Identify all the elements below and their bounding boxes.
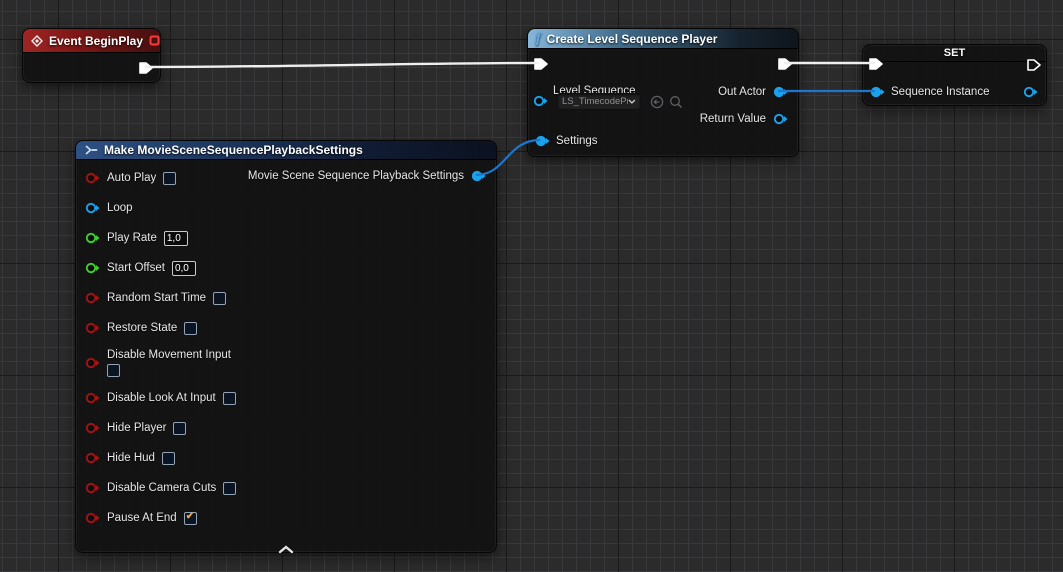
- make-playback-settings-node[interactable]: Make MovieSceneSequencePlaybackSettings …: [75, 140, 497, 553]
- collapse-node-button[interactable]: [278, 541, 294, 550]
- label-hide-player: Hide Player: [107, 422, 166, 434]
- label-restore-state: Restore State: [107, 322, 177, 334]
- checkbox-pause-at-end[interactable]: [184, 512, 197, 525]
- event-beginplay-title: Event BeginPlay: [49, 34, 143, 48]
- delegate-pin[interactable]: [149, 35, 160, 46]
- return-value-row: Return Value: [700, 112, 788, 126]
- label-random-start-time: Random Start Time: [107, 292, 206, 304]
- create-node-title: Create Level Sequence Player: [547, 32, 718, 46]
- exec-in-pin[interactable]: [533, 57, 549, 71]
- play-rate-input[interactable]: [164, 231, 188, 246]
- sequence-instance-label: Sequence Instance: [891, 86, 989, 98]
- row-start-offset: Start Offset: [84, 253, 496, 283]
- set-node-header[interactable]: SET: [863, 45, 1046, 62]
- exec-out-pin[interactable]: [1026, 58, 1042, 72]
- pin-random-start-time[interactable]: [84, 291, 100, 305]
- label-hide-hud: Hide Hud: [107, 452, 155, 464]
- pin-play-rate[interactable]: [84, 231, 100, 245]
- browse-asset-icon[interactable]: [669, 95, 683, 109]
- row-pause-at-end: Pause At End: [84, 503, 496, 533]
- label-auto-play: Auto Play: [107, 172, 156, 184]
- level-sequence-dropdown[interactable]: LS_TimecodePr: [557, 93, 641, 110]
- exec-out-pin[interactable]: [138, 61, 154, 75]
- make-node-title: Make MovieSceneSequencePlaybackSettings: [104, 143, 363, 157]
- row-hide-player: Hide Player: [84, 413, 496, 443]
- return-value-label: Return Value: [700, 113, 766, 125]
- start-offset-input[interactable]: [172, 261, 196, 276]
- level-sequence-dropdown-value: LS_TimecodePr: [562, 96, 628, 107]
- checkbox-disable-look-at-input[interactable]: [223, 392, 236, 405]
- checkbox-restore-state[interactable]: [184, 322, 197, 335]
- function-icon: f: [536, 32, 541, 46]
- sequence-instance-row: Sequence Instance: [869, 85, 989, 99]
- pin-auto-play[interactable]: [84, 171, 100, 185]
- create-node-header[interactable]: f Create Level Sequence Player: [528, 29, 798, 49]
- set-node-title: SET: [944, 47, 965, 59]
- row-random-start-time: Random Start Time: [84, 283, 496, 313]
- label-disable-movement-input: Disable Movement Input: [107, 349, 231, 361]
- row-disable-camera-cuts: Disable Camera Cuts: [84, 473, 496, 503]
- row-play-rate: Play Rate: [84, 223, 496, 253]
- row-loop: Loop: [84, 193, 496, 223]
- row-hide-hud: Hide Hud: [84, 443, 496, 473]
- make-struct-icon: [84, 143, 98, 157]
- level-sequence-pin[interactable]: [532, 94, 548, 108]
- sequence-instance-pin[interactable]: [869, 85, 885, 99]
- out-actor-pin[interactable]: [772, 85, 788, 99]
- exec-in-pin[interactable]: [868, 57, 884, 71]
- row-disable-look-at-input: Disable Look At Input: [84, 383, 496, 413]
- settings-row: Settings: [534, 134, 598, 148]
- label-disable-camera-cuts: Disable Camera Cuts: [107, 482, 216, 494]
- checkbox-random-start-time[interactable]: [213, 292, 226, 305]
- pin-disable-look-at-input[interactable]: [84, 391, 100, 405]
- row-disable-movement-input: Disable Movement Input: [84, 343, 496, 383]
- checkbox-disable-movement-input[interactable]: [107, 364, 120, 377]
- pin-start-offset[interactable]: [84, 261, 100, 275]
- checkbox-hide-player[interactable]: [173, 422, 186, 435]
- label-pause-at-end: Pause At End: [107, 512, 177, 524]
- label-loop: Loop: [107, 202, 133, 214]
- pin-hide-player[interactable]: [84, 421, 100, 435]
- label-play-rate: Play Rate: [107, 232, 157, 244]
- out-actor-label: Out Actor: [718, 86, 766, 98]
- checkbox-disable-camera-cuts[interactable]: [223, 482, 236, 495]
- row-auto-play: Auto Play: [84, 163, 496, 193]
- checkbox-auto-play[interactable]: [163, 172, 176, 185]
- label-disable-look-at-input: Disable Look At Input: [107, 392, 216, 404]
- pin-disable-movement-input[interactable]: [84, 356, 100, 370]
- return-value-pin[interactable]: [772, 112, 788, 126]
- pin-hide-hud[interactable]: [84, 451, 100, 465]
- label-start-offset: Start Offset: [107, 262, 165, 274]
- set-sequence-instance-node[interactable]: SET Sequence Instance: [862, 44, 1047, 106]
- event-beginplay-node[interactable]: Event BeginPlay: [22, 28, 161, 83]
- create-level-sequence-player-node[interactable]: f Create Level Sequence Player Level Seq…: [527, 28, 799, 157]
- pin-disable-camera-cuts[interactable]: [84, 481, 100, 495]
- settings-pin[interactable]: [534, 134, 550, 148]
- out-actor-row: Out Actor: [718, 85, 788, 99]
- pin-restore-state[interactable]: [84, 321, 100, 335]
- use-selected-asset-icon[interactable]: [650, 95, 664, 109]
- settings-label: Settings: [556, 135, 598, 147]
- set-output-pin[interactable]: [1022, 85, 1038, 99]
- make-node-input-rows: Auto Play Loop Play Rate Start Offset Ra…: [76, 160, 496, 533]
- event-icon: [31, 35, 43, 47]
- event-beginplay-header[interactable]: Event BeginPlay: [23, 29, 160, 53]
- chevron-down-icon: [628, 99, 636, 104]
- pin-loop[interactable]: [84, 201, 100, 215]
- checkbox-hide-hud[interactable]: [162, 452, 175, 465]
- wire-exec-beginplay-to-create[interactable]: [145, 63, 539, 67]
- row-restore-state: Restore State: [84, 313, 496, 343]
- exec-out-pin[interactable]: [777, 57, 793, 71]
- blueprint-graph: { "colors": { "exec_pin": "#ffffff", "ob…: [0, 0, 1063, 572]
- make-node-header[interactable]: Make MovieSceneSequencePlaybackSettings: [76, 141, 496, 160]
- pin-pause-at-end[interactable]: [84, 511, 100, 525]
